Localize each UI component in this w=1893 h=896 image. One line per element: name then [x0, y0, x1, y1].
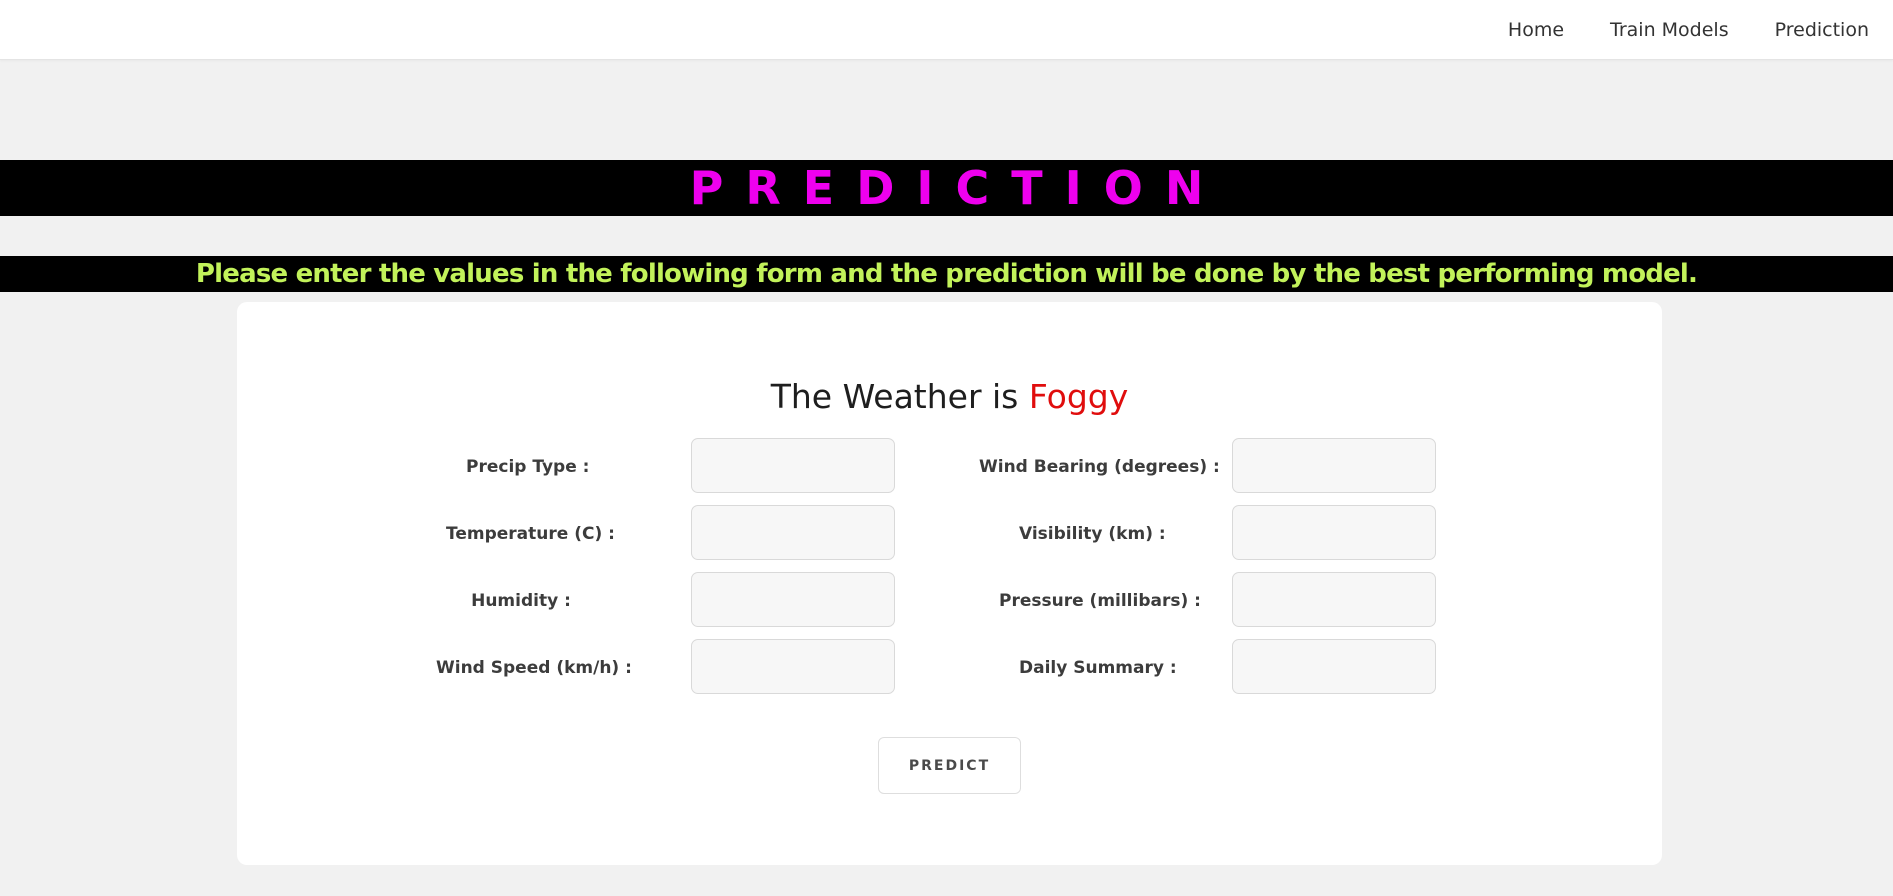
pressure-label: Pressure (millibars) : [999, 591, 1201, 611]
wind-bearing-label: Wind Bearing (degrees) : [979, 457, 1220, 477]
wind-speed-label: Wind Speed (km/h) : [436, 658, 632, 678]
prediction-form-card: The Weather is Foggy Precip Type : Tempe… [237, 302, 1662, 865]
humidity-label: Humidity : [471, 591, 571, 611]
result-value: Foggy [1028, 377, 1129, 416]
humidity-input[interactable] [691, 572, 895, 627]
page-title-banner: PREDICTION [0, 160, 1893, 216]
instructions-banner: Please enter the values in the following… [0, 256, 1893, 292]
predict-button[interactable]: PREDICT [878, 737, 1021, 794]
temperature-input[interactable] [691, 505, 895, 560]
precip-type-label: Precip Type : [466, 457, 590, 477]
wind-bearing-input[interactable] [1232, 438, 1436, 493]
pressure-input[interactable] [1232, 572, 1436, 627]
wind-speed-input[interactable] [691, 639, 895, 694]
temperature-label: Temperature (C) : [446, 524, 615, 544]
visibility-input[interactable] [1232, 505, 1436, 560]
top-navbar: Home Train Models Prediction [0, 0, 1893, 60]
prediction-result: The Weather is Foggy [237, 372, 1662, 422]
nav-link-home[interactable]: Home [1508, 19, 1564, 41]
nav-link-train-models[interactable]: Train Models [1610, 19, 1729, 41]
visibility-label: Visibility (km) : [1019, 524, 1166, 544]
result-prefix: The Weather is [770, 377, 1029, 416]
instructions-text: Please enter the values in the following… [195, 259, 1698, 289]
precip-type-input[interactable] [691, 438, 895, 493]
nav-link-prediction[interactable]: Prediction [1775, 19, 1869, 41]
nav-links: Home Train Models Prediction [1508, 0, 1869, 60]
page-title: PREDICTION [689, 161, 1226, 215]
daily-summary-input[interactable] [1232, 639, 1436, 694]
daily-summary-label: Daily Summary : [1019, 658, 1177, 678]
